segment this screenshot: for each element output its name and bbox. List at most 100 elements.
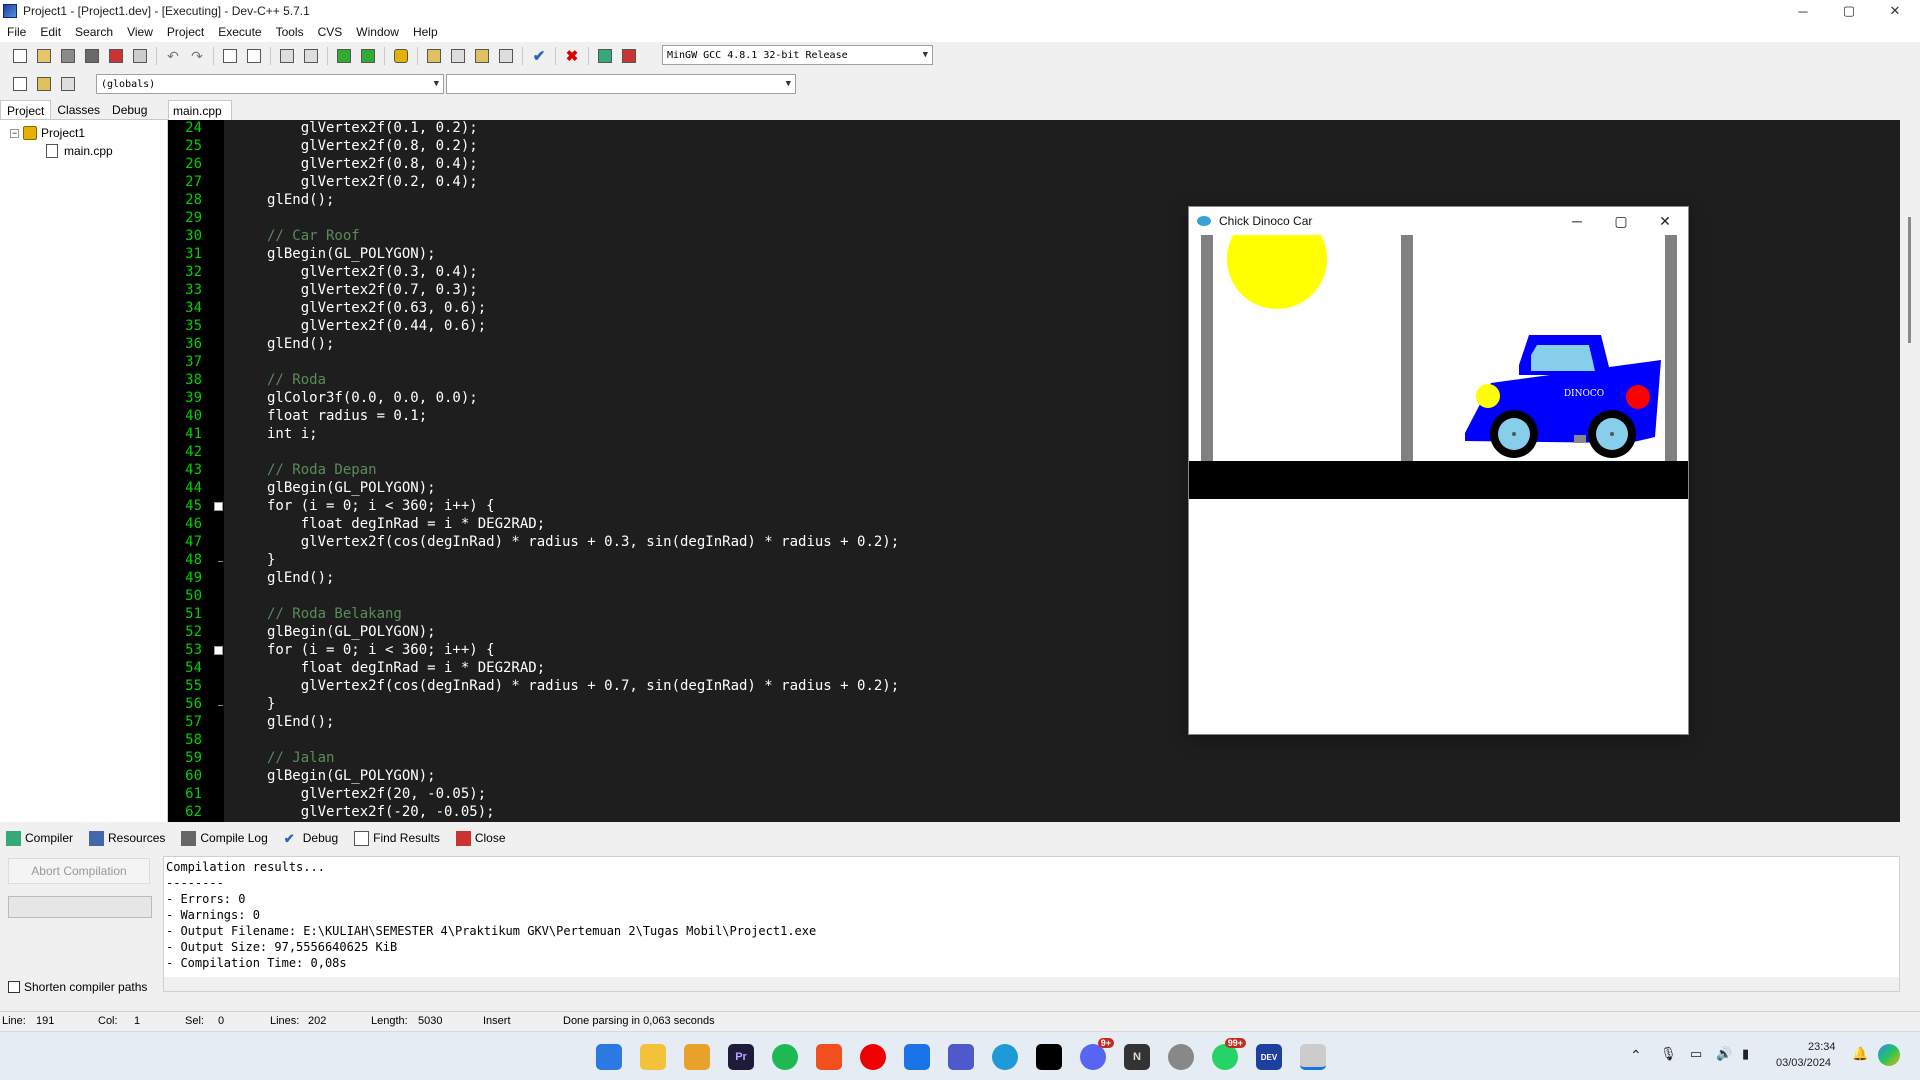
checkbox-box[interactable] bbox=[8, 981, 20, 993]
compile-run-button[interactable] bbox=[472, 46, 492, 66]
menu-project[interactable]: Project bbox=[160, 25, 211, 39]
youtube-music-icon[interactable] bbox=[860, 1044, 886, 1070]
goto-declaration-button[interactable] bbox=[10, 74, 30, 94]
glut-maximize-button[interactable]: ▢ bbox=[1599, 207, 1643, 235]
delete-profile-button[interactable] bbox=[619, 46, 639, 66]
tab-debug[interactable]: Debug bbox=[106, 100, 153, 119]
notification-bell-icon[interactable]: 🔔 bbox=[1852, 1046, 1868, 1062]
tab-classes[interactable]: Classes bbox=[51, 100, 106, 119]
chevron-up-icon[interactable]: ⌃ bbox=[1630, 1047, 1642, 1064]
close-button[interactable]: ✕ bbox=[1872, 0, 1918, 22]
menu-tools[interactable]: Tools bbox=[269, 25, 311, 39]
print-button[interactable] bbox=[130, 46, 150, 66]
indent-button[interactable] bbox=[301, 46, 321, 66]
menu-edit[interactable]: Edit bbox=[33, 25, 68, 39]
save-button[interactable] bbox=[58, 46, 78, 66]
microphone-icon[interactable]: 🎙 bbox=[1660, 1046, 1677, 1062]
menu-help[interactable]: Help bbox=[406, 25, 445, 39]
toolbar-separator bbox=[327, 47, 328, 65]
syntax-check-button[interactable]: ✔ bbox=[529, 46, 549, 66]
project-options-button[interactable] bbox=[391, 46, 411, 66]
collapse-icon[interactable]: − bbox=[10, 128, 19, 138]
premiere-pro-icon[interactable]: Pr bbox=[728, 1044, 754, 1070]
add-to-project-button[interactable] bbox=[334, 46, 354, 66]
menu-cvs[interactable]: CVS bbox=[311, 25, 350, 39]
rebuild-all-button[interactable] bbox=[496, 46, 516, 66]
maximize-button[interactable]: ▢ bbox=[1826, 0, 1872, 22]
fold-toggle-icon[interactable] bbox=[214, 646, 223, 655]
members-select[interactable]: ▼ bbox=[446, 74, 796, 94]
bookmark-button[interactable] bbox=[58, 74, 78, 94]
glut-minimize-button[interactable]: ─ bbox=[1555, 207, 1599, 235]
tab-compile-log[interactable]: Compile Log bbox=[181, 830, 268, 846]
clock-time[interactable]: 23:34 bbox=[1808, 1041, 1836, 1053]
tab-close[interactable]: Close bbox=[455, 830, 506, 846]
notion-icon[interactable]: N bbox=[1124, 1044, 1150, 1070]
microsoft-store-icon[interactable] bbox=[684, 1044, 710, 1070]
editor-vertical-scrollbar[interactable] bbox=[1900, 120, 1920, 822]
discord-icon[interactable]: 9+ bbox=[1080, 1038, 1114, 1070]
tab-resources[interactable]: Resources bbox=[89, 830, 165, 846]
globals-select[interactable]: (globals) ▼ bbox=[96, 74, 444, 94]
tree-item-file[interactable]: main.cpp bbox=[46, 144, 113, 158]
windows-start-icon[interactable] bbox=[596, 1044, 622, 1070]
stop-icon: ✖ bbox=[565, 48, 579, 65]
undo-button[interactable]: ↶ bbox=[163, 46, 183, 66]
network-icon[interactable]: ▭ bbox=[1690, 1046, 1702, 1062]
code-line: for (i = 0; i < 360; i++) { bbox=[267, 498, 495, 514]
battery-icon[interactable]: ▮ bbox=[1742, 1046, 1749, 1062]
glut-window-taskbar-icon[interactable] bbox=[1300, 1044, 1326, 1070]
remove-from-project-button[interactable] bbox=[358, 46, 378, 66]
tab-project[interactable]: Project bbox=[0, 100, 52, 119]
menu-execute[interactable]: Execute bbox=[211, 25, 268, 39]
copilot-icon[interactable] bbox=[1878, 1044, 1900, 1066]
replace-button[interactable] bbox=[244, 46, 264, 66]
file-explorer-icon[interactable] bbox=[640, 1044, 666, 1070]
run-button[interactable] bbox=[448, 46, 468, 66]
clock-date[interactable]: 03/03/2024 bbox=[1776, 1057, 1831, 1069]
abort-compilation-button[interactable]: Abort Compilation bbox=[8, 858, 150, 884]
volume-icon[interactable]: 🔊 bbox=[1716, 1046, 1732, 1062]
menu-file[interactable]: File bbox=[0, 25, 33, 39]
close-file-button[interactable] bbox=[106, 46, 126, 66]
devcpp-taskbar-icon[interactable]: DEV bbox=[1256, 1044, 1282, 1070]
shorten-compiler-paths-checkbox[interactable]: Shorten compiler paths bbox=[8, 980, 147, 994]
goto-definition-button[interactable] bbox=[34, 74, 54, 94]
teams-icon[interactable] bbox=[948, 1044, 974, 1070]
profile-button[interactable] bbox=[595, 46, 615, 66]
tab-compiler[interactable]: Compiler bbox=[6, 830, 73, 846]
fold-toggle-icon[interactable] bbox=[214, 502, 223, 511]
compiler-select[interactable]: MinGW GCC 4.8.1 32-bit Release ▼ bbox=[662, 45, 933, 65]
tab-find-results[interactable]: Find Results bbox=[354, 830, 440, 846]
spotify-icon[interactable] bbox=[772, 1044, 798, 1070]
save-all-button[interactable] bbox=[82, 46, 102, 66]
tree-item-project[interactable]: − Project1 bbox=[10, 126, 85, 140]
editor-tab-main-cpp[interactable]: main.cpp bbox=[168, 100, 232, 120]
project-icon bbox=[23, 126, 37, 140]
redo-button[interactable]: ↷ bbox=[187, 46, 207, 66]
tab-debug[interactable]: ✔ Debug bbox=[284, 831, 338, 846]
menu-window[interactable]: Window bbox=[349, 25, 406, 39]
scrollbar-thumb[interactable] bbox=[1908, 217, 1911, 343]
figma-icon[interactable] bbox=[816, 1044, 842, 1070]
chart-icon bbox=[598, 49, 612, 63]
line-number: 40 bbox=[185, 408, 202, 424]
open-button[interactable] bbox=[34, 46, 54, 66]
stop-execution-button[interactable]: ✖ bbox=[562, 46, 582, 66]
goto-line-button[interactable] bbox=[277, 46, 297, 66]
mail-icon[interactable] bbox=[904, 1044, 930, 1070]
netflix-icon[interactable] bbox=[1036, 1044, 1062, 1070]
whatsapp-icon[interactable]: 99+ bbox=[1212, 1038, 1246, 1070]
menu-search[interactable]: Search bbox=[68, 25, 120, 39]
glut-close-button[interactable]: ✕ bbox=[1643, 207, 1687, 235]
minimize-button[interactable]: ─ bbox=[1780, 0, 1826, 22]
log-horizontal-scrollbar[interactable] bbox=[164, 977, 1899, 991]
menu-view[interactable]: View bbox=[120, 25, 160, 39]
settings-gear-icon[interactable] bbox=[1168, 1044, 1194, 1070]
compile-button[interactable] bbox=[424, 46, 444, 66]
new-file-button[interactable] bbox=[10, 46, 30, 66]
glut-window[interactable]: Chick Dinoco Car ─ ▢ ✕ DINOCO bbox=[1188, 206, 1689, 735]
edge-icon[interactable] bbox=[992, 1044, 1018, 1070]
compile-log-output[interactable]: Compilation results... -------- - Errors… bbox=[163, 856, 1900, 992]
find-button[interactable] bbox=[220, 46, 240, 66]
